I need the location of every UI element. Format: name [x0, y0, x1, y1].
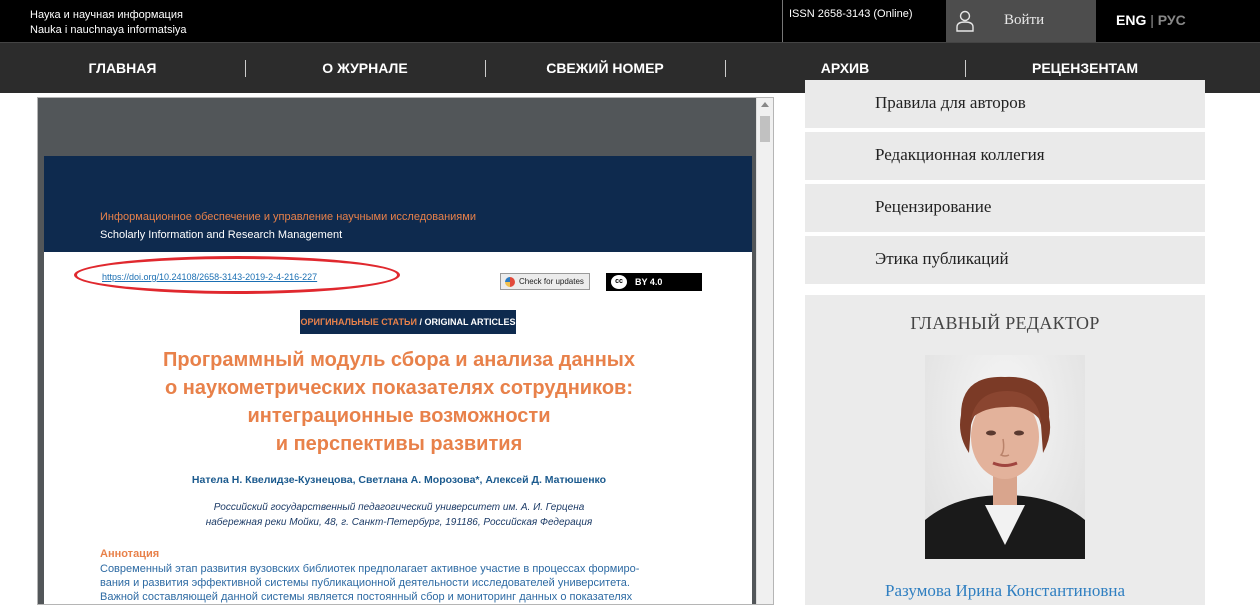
nav-current-issue[interactable]: СВЕЖИЙ НОМЕР [485, 43, 725, 94]
sidebar-item-author-guidelines[interactable]: Правила для авторов [805, 80, 1205, 128]
check-for-updates-label: Check for updates [519, 277, 584, 286]
sidebar-item-publication-ethics[interactable]: Этика публикаций [805, 236, 1205, 284]
issn-label: ISSN 2658-3143 (Online) [782, 0, 913, 42]
user-icon [956, 10, 974, 32]
nav-home[interactable]: ГЛАВНАЯ [0, 43, 245, 94]
article-affiliation: Российский государственный педагогически… [84, 500, 714, 530]
pdf-journal-title-ru: Информационное обеспечение и управление … [100, 211, 476, 223]
sidebar-item-label: Редакционная коллегия [875, 145, 1045, 164]
abstract-line: вания и развития эффективной системы пуб… [100, 577, 630, 589]
scroll-up-arrow-icon[interactable] [761, 102, 769, 107]
journal-name-en[interactable]: Nauka i nauchnaya informatsiya [30, 23, 187, 38]
lang-eng[interactable]: ENG [1116, 12, 1146, 28]
doi-highlight-ellipse [74, 256, 400, 294]
abstract-line: Современный этап развития вузовских библ… [100, 563, 640, 575]
editor-in-chief-panel: ГЛАВНЫЙ РЕДАКТОР Разумова Ирина Констант… [805, 295, 1205, 605]
cc-license-badge[interactable]: cc BY 4.0 [606, 273, 702, 291]
language-switcher: ENG | РУС [1116, 12, 1186, 28]
check-for-updates-badge[interactable]: Check for updates [500, 273, 590, 290]
editor-portrait-illustration [925, 376, 1085, 559]
login-label: Войти [1004, 12, 1045, 28]
pdf-page-header: Информационное обеспечение и управление … [44, 156, 752, 252]
journal-brand[interactable]: Наука и научная информация Nauka i nauch… [30, 8, 187, 38]
sidebar-item-label: Этика публикаций [875, 249, 1009, 268]
pdf-viewer[interactable]: Информационное обеспечение и управление … [37, 97, 774, 605]
abstract-line: Важной составляющей данной системы являе… [100, 591, 633, 603]
rubric-ru: ОРИГИНАЛЬНЫЕ СТАТЬИ [300, 317, 417, 327]
article-title-line: интеграционные возможности [247, 405, 551, 427]
pdf-scrollbar[interactable] [756, 98, 773, 604]
nav-about[interactable]: О ЖУРНАЛЕ [245, 43, 485, 94]
journal-name-ru[interactable]: Наука и научная информация [30, 8, 187, 23]
scroll-thumb[interactable] [760, 116, 770, 142]
pdf-page: Информационное обеспечение и управление … [44, 156, 752, 604]
login-button[interactable]: Войти [946, 0, 1096, 42]
article-title: Программный модуль сбора и анализа данны… [84, 346, 714, 458]
top-bar: Наука и научная информация Nauka i nauch… [0, 0, 1260, 42]
lang-separator: | [1150, 12, 1154, 28]
article-title-line: Программный модуль сбора и анализа данны… [163, 349, 635, 371]
editor-heading: ГЛАВНЫЙ РЕДАКТОР [910, 313, 1100, 333]
editor-name-link[interactable]: Разумова Ирина Константиновна [805, 581, 1205, 601]
sidebar-item-label: Рецензирование [875, 197, 992, 216]
sidebar-item-peer-review[interactable]: Рецензирование [805, 184, 1205, 232]
crossmark-icon [505, 277, 515, 287]
sidebar-item-label: Правила для авторов [875, 93, 1026, 112]
cc-icon: cc [611, 275, 627, 289]
license-label: BY 4.0 [635, 277, 663, 287]
affiliation-line: набережная реки Мойки, 48, г. Санкт-Пете… [205, 517, 593, 528]
pdf-journal-title-en: Scholarly Information and Research Manag… [100, 229, 343, 241]
editor-photo [925, 355, 1085, 559]
lang-rus[interactable]: РУС [1158, 12, 1186, 28]
rubric-en: ORIGINAL ARTICLES [424, 317, 516, 327]
abstract-text: Современный этап развития вузовских библ… [100, 562, 705, 604]
article-authors: Нателa Н. Квелидзе-Кузнецова, Светлана А… [191, 474, 607, 486]
abstract-heading: Аннотация [100, 548, 160, 560]
article-title-line: и перспективы развития [275, 433, 523, 455]
article-title-line: о наукометрических показателях сотрудник… [165, 377, 633, 399]
affiliation-line: Российский государственный педагогически… [213, 502, 585, 513]
sidebar-item-editorial-board[interactable]: Редакционная коллегия [805, 132, 1205, 180]
rubric-label: ОРИГИНАЛЬНЫЕ СТАТЬИ / ORIGINAL ARTICLES [300, 310, 516, 334]
